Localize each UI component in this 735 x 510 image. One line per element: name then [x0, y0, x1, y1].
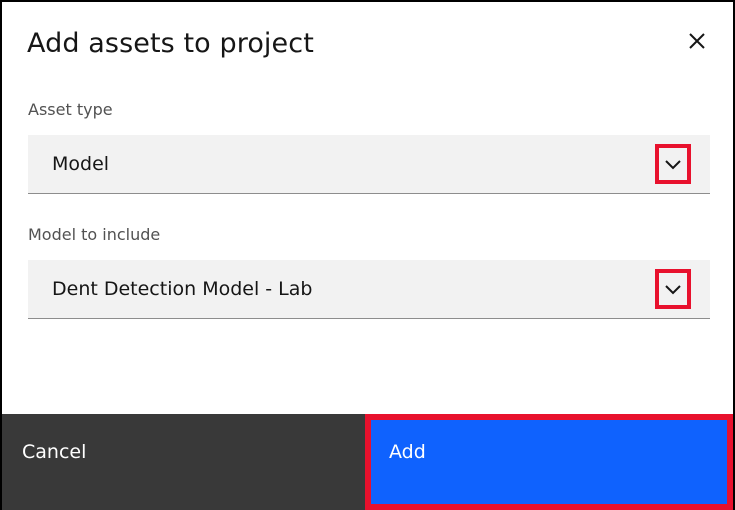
dialog-footer: Cancel Add	[2, 414, 733, 510]
close-button[interactable]	[682, 26, 712, 56]
model-dropdown-toggle[interactable]	[655, 269, 691, 309]
asset-type-select[interactable]: Model	[28, 135, 710, 194]
chevron-down-icon	[665, 285, 681, 295]
close-icon	[689, 33, 705, 49]
cancel-button-label: Cancel	[22, 441, 87, 463]
add-button[interactable]: Add	[365, 414, 733, 510]
add-assets-dialog: Add assets to project Asset type Model M…	[0, 0, 735, 510]
asset-type-value: Model	[52, 153, 110, 175]
chevron-down-icon	[665, 160, 681, 170]
model-to-include-label: Model to include	[28, 225, 161, 244]
dialog-title: Add assets to project	[27, 28, 314, 59]
add-button-label: Add	[389, 441, 426, 463]
asset-type-label: Asset type	[28, 100, 113, 119]
model-to-include-select[interactable]: Dent Detection Model - Lab	[28, 260, 710, 319]
cancel-button[interactable]: Cancel	[2, 414, 365, 510]
asset-type-dropdown-toggle[interactable]	[655, 144, 691, 184]
model-to-include-value: Dent Detection Model - Lab	[52, 278, 313, 300]
